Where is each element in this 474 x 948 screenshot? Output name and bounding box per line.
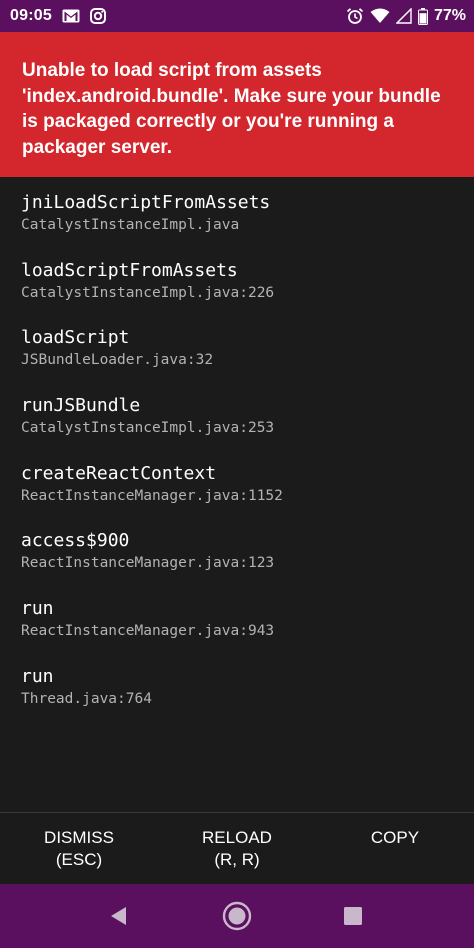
frame-file: ReactInstanceManager.java:943 (21, 623, 275, 640)
frame-file: Thread.java:764 (21, 690, 152, 707)
back-button[interactable] (83, 884, 153, 948)
home-button[interactable] (202, 884, 272, 948)
reload-shortcut: (R, R) (214, 850, 260, 869)
frame-file: CatalystInstanceImpl.java:253 (21, 420, 275, 437)
recents-icon (344, 907, 362, 925)
action-bar: DISMISS (ESC) RELOAD (R, R) COPY (0, 812, 474, 884)
status-left: 09:05 (0, 7, 106, 25)
frame-file: ReactInstanceManager.java:123 (21, 555, 275, 572)
stack-frame[interactable]: loadScriptFromAssets CatalystInstanceImp… (21, 259, 474, 327)
recents-button[interactable] (318, 884, 388, 948)
navigation-bar (0, 884, 474, 948)
frame-file: CatalystInstanceImpl.java:226 (21, 284, 275, 301)
frame-file: CatalystInstanceImpl.java (21, 217, 240, 233)
dismiss-shortcut: (ESC) (55, 850, 103, 869)
battery-percent: 77% (433, 7, 466, 24)
frame-method: run (21, 598, 54, 620)
instagram-icon (89, 8, 106, 24)
home-icon (222, 901, 252, 931)
stack-frame[interactable]: createReactContext ReactInstanceManager.… (21, 462, 474, 530)
alarm-icon (346, 7, 364, 25)
frame-method: run (21, 665, 54, 687)
error-message: Unable to load script from assets 'index… (22, 60, 441, 158)
frame-method: createReactContext (21, 462, 217, 484)
stack-frame[interactable]: loadScript JSBundleLoader.java:32 (21, 326, 474, 394)
copy-label: COPY (370, 828, 420, 847)
stack-frame[interactable]: runJSBundle CatalystInstanceImpl.java:25… (21, 394, 474, 462)
reload-label: RELOAD (202, 828, 272, 847)
status-bar: 09:05 77% (0, 0, 474, 32)
frame-method: loadScriptFromAssets (21, 259, 238, 281)
wifi-icon (370, 8, 390, 24)
stack-frame[interactable]: run ReactInstanceManager.java:943 (21, 597, 474, 665)
stack-frame[interactable]: run Thread.java:764 (21, 665, 474, 733)
battery-icon (417, 7, 428, 25)
status-right: 77% (340, 0, 466, 32)
frame-method: loadScript (21, 327, 130, 349)
stack-frame[interactable]: access$900 ReactInstanceManager.java:123 (21, 529, 474, 597)
status-time: 09:05 (10, 7, 52, 24)
stack-trace[interactable]: jniLoadScriptFromAssets CatalystInstance… (0, 177, 474, 812)
frame-method: access$900 (21, 530, 130, 552)
frame-method: jniLoadScriptFromAssets (21, 192, 271, 213)
copy-button[interactable]: COPY (316, 813, 474, 884)
dismiss-button[interactable]: DISMISS (ESC) (0, 813, 158, 884)
error-header: Unable to load script from assets 'index… (0, 32, 474, 177)
signal-icon (395, 8, 412, 24)
stack-frame[interactable]: jniLoadScriptFromAssets CatalystInstance… (21, 191, 474, 259)
reload-button[interactable]: RELOAD (R, R) (158, 813, 316, 884)
dismiss-label: DISMISS (44, 828, 114, 847)
gmail-icon (62, 9, 80, 23)
frame-method: runJSBundle (21, 395, 141, 417)
frame-file: JSBundleLoader.java:32 (21, 352, 214, 369)
back-icon (111, 907, 126, 925)
frame-file: ReactInstanceManager.java:1152 (21, 487, 283, 504)
